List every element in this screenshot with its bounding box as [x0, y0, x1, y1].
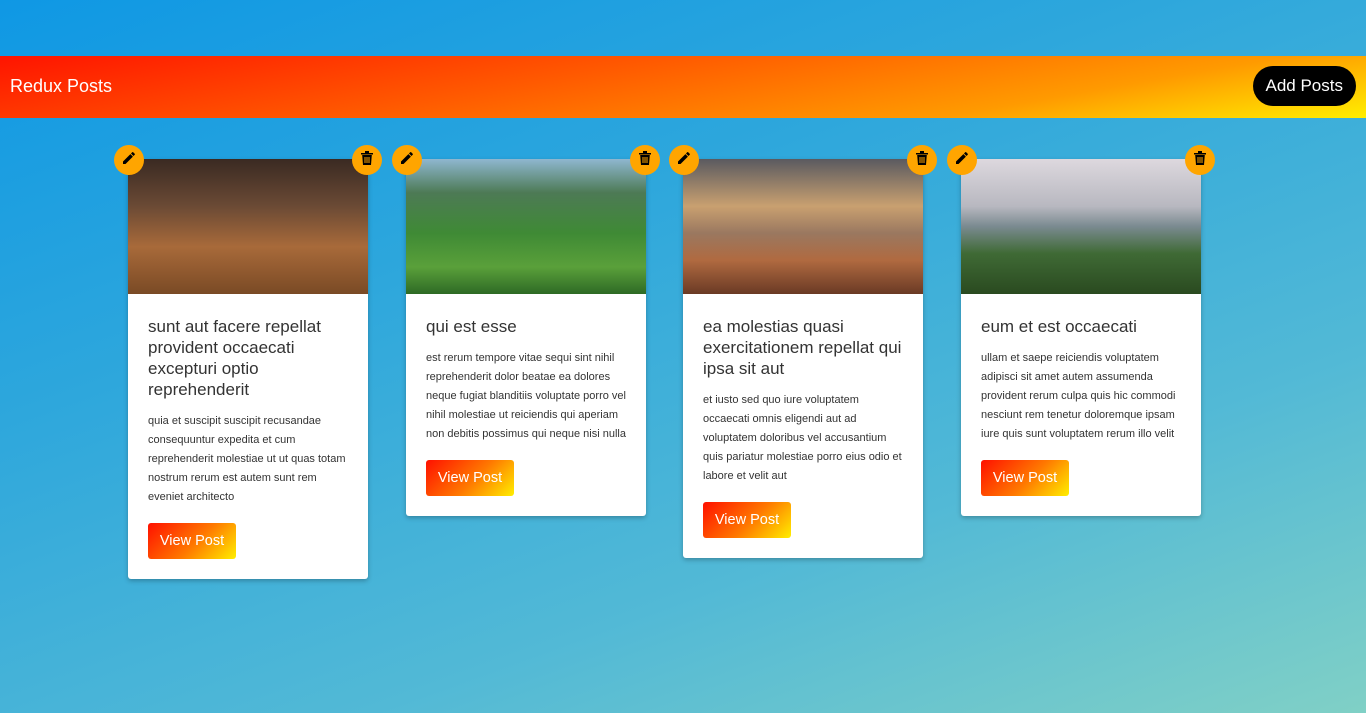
- delete-button[interactable]: [352, 145, 382, 175]
- post-body: ullam et saepe reiciendis voluptatem adi…: [981, 352, 1176, 440]
- trash-icon: [360, 150, 374, 171]
- trash-icon: [915, 150, 929, 171]
- post-image: [961, 159, 1201, 294]
- edit-button[interactable]: [669, 145, 699, 175]
- edit-button[interactable]: [114, 145, 144, 175]
- post-card: eum et est occaecati ullam et saepe reic…: [947, 145, 1215, 516]
- post-title: sunt aut facere repellat provident occae…: [148, 317, 321, 399]
- add-posts-button[interactable]: Add Posts: [1252, 66, 1356, 106]
- post-title: qui est esse: [426, 317, 517, 336]
- post-body: est rerum tempore vitae sequi sint nihil…: [426, 352, 626, 440]
- post-image: [128, 159, 368, 294]
- delete-button[interactable]: [907, 145, 937, 175]
- edit-button[interactable]: [392, 145, 422, 175]
- pencil-icon: [399, 150, 415, 171]
- trash-icon: [638, 150, 652, 171]
- delete-button[interactable]: [630, 145, 660, 175]
- edit-button[interactable]: [947, 145, 977, 175]
- view-post-button[interactable]: View Post: [703, 502, 791, 538]
- pencil-icon: [676, 150, 692, 171]
- app-title: Redux Posts: [10, 76, 113, 96]
- post-image: [683, 159, 923, 294]
- post-image: [406, 159, 646, 294]
- post-card: ea molestias quasi exercitationem repell…: [669, 145, 937, 558]
- pencil-icon: [121, 150, 137, 171]
- view-post-button[interactable]: View Post: [426, 460, 514, 496]
- delete-button[interactable]: [1185, 145, 1215, 175]
- post-body: et iusto sed quo iure voluptatem occaeca…: [703, 394, 902, 482]
- view-post-button[interactable]: View Post: [981, 460, 1069, 496]
- app-header: Redux Posts Add Posts: [0, 56, 1366, 118]
- post-title: ea molestias quasi exercitationem repell…: [703, 317, 902, 378]
- post-card: qui est esse est rerum tempore vitae seq…: [392, 145, 660, 516]
- post-body: quia et suscipit suscipit recusandae con…: [148, 415, 346, 503]
- view-post-button[interactable]: View Post: [148, 523, 236, 559]
- post-card: sunt aut facere repellat provident occae…: [114, 145, 382, 579]
- trash-icon: [1193, 150, 1207, 171]
- pencil-icon: [954, 150, 970, 171]
- post-title: eum et est occaecati: [981, 317, 1137, 336]
